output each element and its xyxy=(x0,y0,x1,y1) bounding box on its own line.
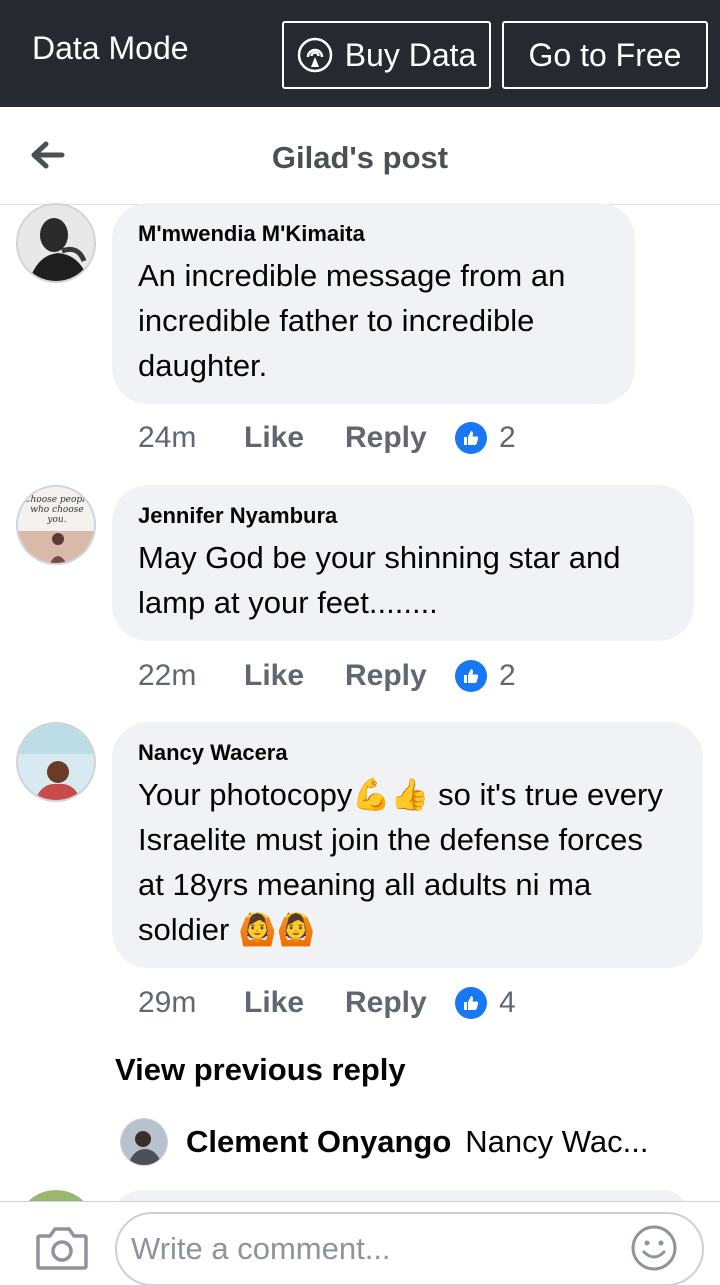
comment-composer xyxy=(0,1201,720,1285)
comment-bubble: Jennifer Nyambura May God be your shinni… xyxy=(112,485,694,641)
go-to-free-button[interactable]: Go to Free xyxy=(502,21,708,89)
comment-actions: 24m Like Reply 2 xyxy=(138,418,516,458)
like-reaction-icon[interactable] xyxy=(455,987,487,1019)
comment-author[interactable]: Nancy Wacera xyxy=(138,740,677,766)
comment-actions: 22m Like Reply 2 xyxy=(138,656,516,696)
avatar[interactable] xyxy=(120,1118,168,1166)
avatar[interactable] xyxy=(16,203,96,283)
avatar[interactable] xyxy=(16,722,96,802)
like-reaction-icon[interactable] xyxy=(455,660,487,692)
broadcast-icon xyxy=(297,37,332,73)
reply-button[interactable]: Reply xyxy=(345,659,455,693)
post-header: Gilad's post xyxy=(0,107,720,205)
ok-gesture-emoji: 🙆 xyxy=(237,912,277,947)
like-button[interactable]: Like xyxy=(244,421,345,455)
woman-photo-icon xyxy=(18,724,94,800)
avatar[interactable]: Choose people who choose you. xyxy=(16,485,96,565)
view-previous-reply-link[interactable]: View previous reply xyxy=(115,1052,406,1088)
buy-data-button[interactable]: Buy Data xyxy=(282,21,491,89)
data-mode-label: Data Mode xyxy=(32,30,189,66)
emoji-smiley-icon[interactable] xyxy=(630,1224,678,1272)
comment-text: Your photocopy💪👍 so it's true every Isra… xyxy=(138,772,677,952)
ok-gesture-emoji: 🙆 xyxy=(276,912,316,947)
thumbs-up-emoji: 👍 xyxy=(390,777,430,812)
reaction-count[interactable]: 2 xyxy=(499,421,516,455)
reply-preview-row[interactable]: Clement Onyango Nancy Wac... xyxy=(120,1116,648,1168)
like-button[interactable]: Like xyxy=(244,659,345,693)
comment-author[interactable]: M'mwendia M'Kimaita xyxy=(138,221,609,247)
like-reaction-icon[interactable] xyxy=(455,422,487,454)
comment-bubble: M'mwendia M'Kimaita An incredible messag… xyxy=(112,203,635,404)
reaction-count[interactable]: 2 xyxy=(499,659,516,693)
page-title: Gilad's post xyxy=(271,140,449,175)
go-to-free-label: Go to Free xyxy=(528,36,682,73)
comment-time: 24m xyxy=(138,421,197,454)
reaction-count[interactable]: 4 xyxy=(499,986,516,1020)
camera-icon[interactable] xyxy=(34,1222,90,1272)
comment-text: An incredible message from an incredible… xyxy=(138,258,566,383)
reply-button[interactable]: Reply xyxy=(345,986,455,1020)
buy-data-label: Buy Data xyxy=(344,36,477,73)
comment-text: May God be your shinning star and lamp a… xyxy=(138,540,621,620)
reply-button[interactable]: Reply xyxy=(345,421,455,455)
comment-actions: 29m Like Reply 4 xyxy=(138,983,516,1023)
like-button[interactable]: Like xyxy=(244,986,345,1020)
person-photo-icon xyxy=(121,1119,167,1165)
comment-input[interactable] xyxy=(115,1212,704,1285)
man-portrait-icon xyxy=(18,205,94,281)
comment-time: 29m xyxy=(138,986,197,1019)
flexed-biceps-emoji: 💪 xyxy=(352,777,391,812)
data-mode-bar: Data Mode Buy Data Go to Free xyxy=(0,0,720,107)
comment-time: 22m xyxy=(138,659,197,692)
avatar-quote-text: Choose people who choose you. xyxy=(23,495,91,525)
reply-preview-text: Nancy Wac... xyxy=(465,1124,649,1159)
comment-bubble: Nancy Wacera Your photocopy💪👍 so it's tr… xyxy=(112,722,703,968)
comment-text-part: Your photocopy xyxy=(138,777,353,812)
comment-author[interactable]: Jennifer Nyambura xyxy=(138,503,668,529)
reply-author[interactable]: Clement Onyango xyxy=(186,1124,451,1160)
